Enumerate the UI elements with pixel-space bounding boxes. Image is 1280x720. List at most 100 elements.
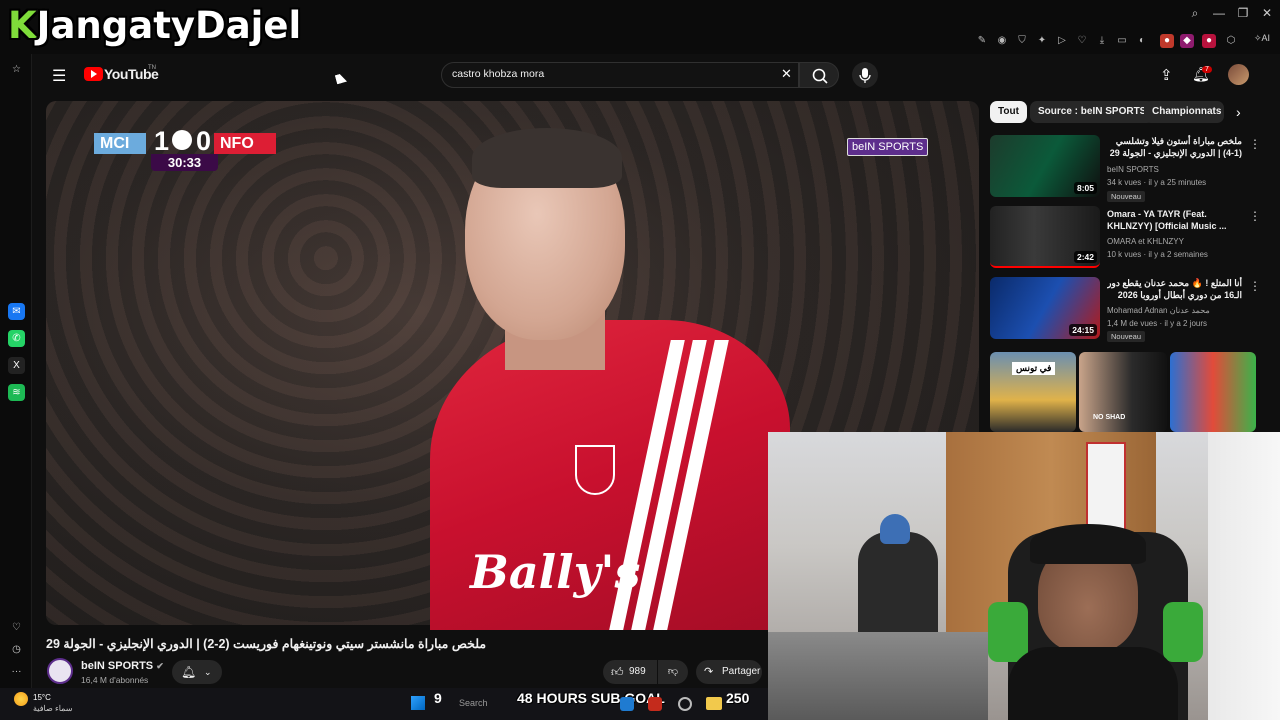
wall-poster	[1086, 442, 1126, 532]
extension-red-icon[interactable]: ●	[1160, 34, 1174, 48]
scorebug-away-team: NFO	[214, 133, 276, 154]
chip-source-bein[interactable]: Source : beIN SPORTS	[1030, 101, 1155, 123]
spotify-icon[interactable]: ≋	[8, 384, 25, 401]
recommendation-thumbnail[interactable]: 24:15	[990, 277, 1100, 339]
channel-subscriber-count: 16,4 M d'abonnés	[81, 675, 149, 685]
video-title: ملخص مباراة مانشستر سيتي ونوتينغهام فوري…	[46, 637, 487, 651]
away-score: 0	[196, 126, 212, 156]
chevron-down-icon: ⌄	[204, 667, 212, 677]
heart-icon[interactable]: ♡	[1075, 34, 1089, 48]
scorebug-clock: 30:33	[151, 154, 218, 171]
edit-icon[interactable]: ✎	[975, 34, 989, 48]
blue-cap	[880, 514, 910, 544]
recommendation-channel[interactable]: beIN SPORTS	[1107, 163, 1247, 176]
share-label: Partager	[722, 666, 761, 677]
extensions-puzzle-icon[interactable]: ⬡	[1224, 34, 1238, 48]
broadcaster-badge: beIN SPORTS	[847, 138, 929, 156]
extension-record-icon[interactable]: ●	[1202, 34, 1216, 48]
short-thumbnail[interactable]: في تونس	[990, 352, 1076, 432]
app-red-icon[interactable]	[648, 697, 662, 711]
taskbar-search-input[interactable]: Search	[459, 698, 488, 708]
like-count: 989	[629, 666, 646, 677]
more-icon[interactable]: ···	[8, 663, 25, 680]
premier-league-lion-icon	[172, 130, 192, 150]
chips-next-chevron-icon[interactable]: ›	[1236, 104, 1241, 120]
notifications-count-badge: 7	[1202, 66, 1212, 73]
scorebug-score: 1 0	[150, 126, 216, 156]
more-options-icon[interactable]: ⋮	[1249, 137, 1261, 151]
channel-avatar[interactable]	[47, 658, 73, 684]
video-duration: 2:42	[1073, 251, 1097, 263]
account-avatar[interactable]	[1228, 64, 1249, 85]
more-options-icon[interactable]: ⋮	[1249, 209, 1261, 223]
like-button[interactable]: 👍︎ 989	[603, 660, 657, 684]
whatsapp-icon[interactable]: ✆	[8, 330, 25, 347]
upload-icon[interactable]: ⇪	[1160, 66, 1173, 84]
close-window-icon[interactable]: ✕	[1256, 6, 1278, 20]
new-badge: Nouveau	[1107, 191, 1146, 202]
heart-outline-icon[interactable]: ♡	[8, 619, 25, 636]
chip-championnats[interactable]: Championnats	[1144, 101, 1224, 123]
minimize-icon[interactable]: —	[1208, 6, 1230, 20]
more-options-icon[interactable]: ⋮	[1249, 279, 1261, 293]
weather-sun-icon[interactable]	[14, 692, 28, 706]
mic-icon	[859, 68, 871, 83]
stream-overlay-logo: KJangatyDajel	[8, 4, 301, 47]
channel-name[interactable]: beIN SPORTS ✔	[81, 660, 164, 672]
extension-icon[interactable]: ✦	[1035, 34, 1049, 48]
shirt-sponsor-text: Bally's	[470, 545, 641, 599]
club-crest-icon	[575, 445, 615, 495]
thumbs-up-icon: 👍︎	[611, 665, 624, 679]
recommendation-thumbnail[interactable]: 2:42	[990, 206, 1100, 268]
share-icon: ↷	[704, 666, 714, 678]
browser-search-icon[interactable]: ⌕	[1184, 6, 1206, 21]
shield-icon[interactable]: ⛉	[1015, 34, 1029, 48]
hamburger-menu-icon[interactable]: ☰	[52, 66, 66, 86]
scorebug-home-team: MCI	[94, 133, 146, 154]
x-icon[interactable]: X	[8, 357, 25, 374]
short-thumbnail[interactable]: NO SHAD	[1079, 352, 1167, 432]
search-button[interactable]	[799, 62, 839, 88]
star-icon[interactable]: ☆	[8, 61, 25, 78]
youtube-logo-icon[interactable]	[84, 67, 103, 81]
wallet-icon[interactable]: ▭	[1115, 34, 1129, 48]
recommendation-thumbnail[interactable]: 8:05	[990, 135, 1100, 197]
home-score: 1	[154, 126, 170, 156]
share-button[interactable]: ↷ Partager	[696, 660, 762, 684]
voice-search-button[interactable]	[852, 62, 878, 88]
subscription-bell-button[interactable]: 🔔︎ ⌄	[172, 660, 222, 684]
windows-start-icon[interactable]	[411, 696, 425, 710]
recommendation-title[interactable]: أنا المتلع ! 🔥 محمد عدنان يقطع دور الـ16…	[1107, 277, 1242, 301]
verified-icon: ✔	[156, 661, 164, 671]
sub-goal-target: 250	[726, 690, 750, 706]
extension-shield-icon[interactable]: ◆	[1180, 34, 1194, 48]
recommendation-channel[interactable]: Mohamad Adnan محمد عدنان	[1107, 304, 1247, 317]
recommendation-channel[interactable]: OMARA et KHLNZYY	[1107, 235, 1247, 248]
profile-icon[interactable]: ◐	[1135, 34, 1149, 48]
edge-icon[interactable]	[620, 697, 634, 711]
short-thumbnail[interactable]	[1170, 352, 1256, 432]
ai-assistant-button[interactable]: ✧AI	[1254, 33, 1270, 44]
screenshot-icon[interactable]: ◉	[995, 34, 1009, 48]
messenger-icon[interactable]: ✉	[8, 303, 25, 320]
file-explorer-icon[interactable]	[706, 697, 722, 710]
download-icon[interactable]: ⤓	[1095, 34, 1109, 48]
channel-name-text: beIN SPORTS	[81, 660, 154, 672]
play-icon[interactable]: ▷	[1055, 34, 1069, 48]
settings-gear-icon[interactable]	[678, 697, 692, 711]
video-duration: 24:15	[1069, 324, 1097, 336]
bed	[768, 632, 988, 720]
short-caption: في تونس	[1012, 362, 1056, 375]
history-icon[interactable]: ◷	[8, 641, 25, 658]
recommendation-title[interactable]: ملخص مباراة أستون فيلا وتشلسي (1-4) | ال…	[1107, 135, 1242, 159]
dislike-button[interactable]: 👎︎	[658, 660, 688, 684]
restore-icon[interactable]: ❐	[1232, 6, 1254, 20]
search-query-text: castro khobza mora	[452, 68, 545, 80]
short-caption: NO SHAD	[1093, 414, 1126, 421]
recommendation-title[interactable]: Omara - YA TAYR (Feat. KHLNZYY) [Officia…	[1107, 208, 1242, 232]
video-duration: 8:05	[1073, 182, 1097, 194]
chip-all[interactable]: Tout	[990, 101, 1027, 123]
streamer-hair	[1030, 524, 1146, 564]
weather-temp[interactable]: 15°C	[33, 693, 51, 702]
search-clear-icon[interactable]: ✕	[781, 66, 792, 82]
